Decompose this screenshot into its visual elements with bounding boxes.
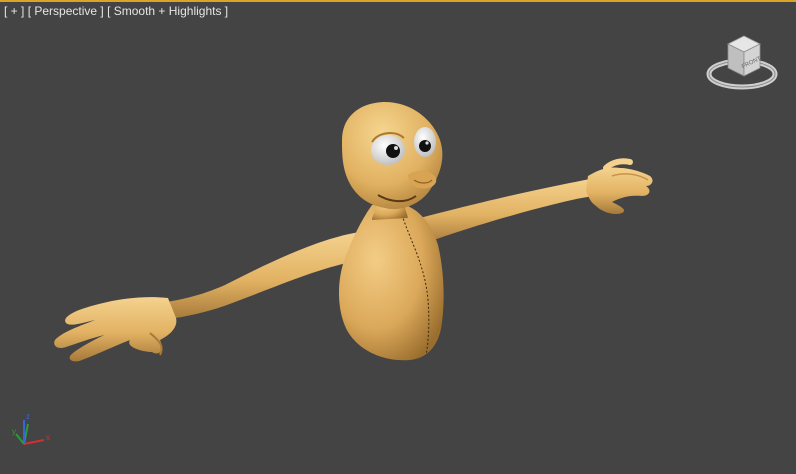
axis-tripod-icon: x y z [12, 412, 50, 445]
perspective-viewport[interactable]: [ + ] [ Perspective ] [ Smooth + Highlig… [0, 0, 796, 474]
axis-x-label: x [46, 433, 50, 442]
axis-z-label: z [26, 412, 30, 421]
character-model[interactable] [0, 0, 796, 474]
left-hand [54, 297, 177, 362]
viewcube-icon[interactable]: FRONT [700, 30, 784, 96]
axis-y-label: y [12, 427, 16, 436]
torso [338, 205, 444, 361]
left-arm [160, 232, 360, 320]
